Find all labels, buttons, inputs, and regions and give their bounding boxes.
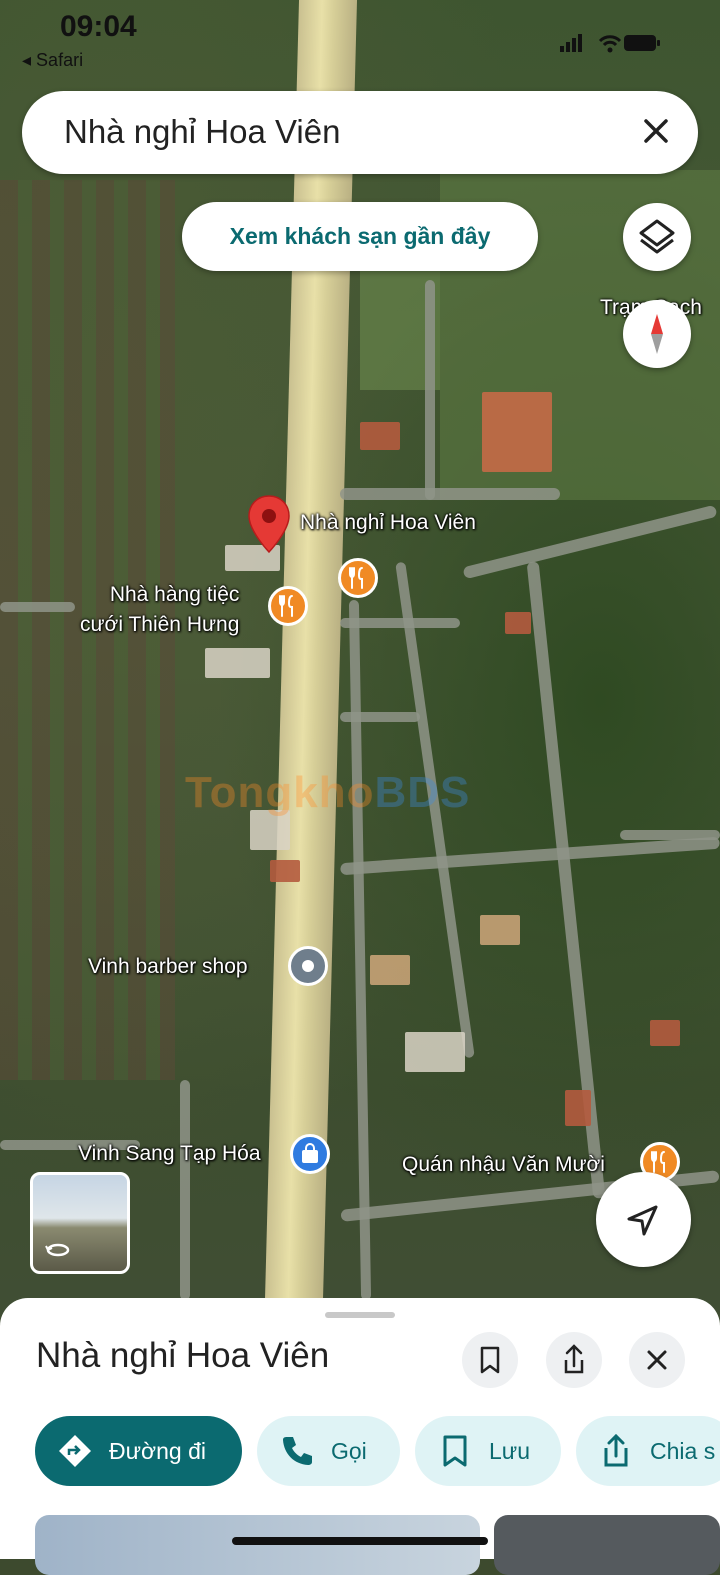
location-pin-icon[interactable] (246, 494, 292, 556)
main-highway (264, 0, 358, 1300)
navigation-arrow-icon (627, 1205, 658, 1236)
layers-icon (639, 219, 675, 254)
fork-knife-icon (349, 567, 363, 589)
fork-knife-icon (279, 595, 293, 617)
road (348, 599, 372, 1301)
save-label: Lưu (489, 1438, 530, 1464)
street-view-thumbnail[interactable] (30, 1172, 130, 1274)
place-title: Nhà nghỉ Hoa Viên (36, 1336, 330, 1375)
road (620, 830, 720, 840)
close-icon[interactable] (636, 111, 676, 151)
road (0, 602, 75, 612)
road (425, 280, 435, 500)
layers-button[interactable] (623, 203, 691, 271)
home-indicator[interactable] (232, 1537, 488, 1545)
pub-label[interactable]: Quán nhậu Văn Mười (402, 1153, 605, 1177)
restaurant-pin[interactable] (268, 586, 308, 626)
road (340, 836, 720, 876)
building (482, 392, 552, 472)
back-to-app[interactable]: ◂ Safari (22, 50, 83, 71)
share-icon (564, 1344, 584, 1374)
close-icon (647, 1350, 667, 1370)
building (205, 648, 270, 678)
compass-icon (651, 314, 663, 354)
status-icons (560, 34, 660, 53)
building (270, 860, 300, 882)
watermark: TongkhoBDS (185, 768, 471, 817)
share-icon (604, 1433, 628, 1467)
barber-pin[interactable] (288, 946, 328, 986)
shopping-bag-icon (302, 1143, 318, 1163)
road (462, 504, 718, 580)
selected-place-label[interactable]: Nhà nghỉ Hoa Viên (300, 511, 476, 535)
battery-icon (624, 35, 660, 51)
building (370, 955, 410, 985)
bookmark-icon (443, 1435, 467, 1467)
place-photo[interactable] (35, 1515, 480, 1575)
share-action-button[interactable]: Chia s (576, 1416, 720, 1486)
share-button[interactable] (546, 1332, 602, 1388)
close-sheet-button[interactable] (629, 1332, 685, 1388)
road (180, 1080, 190, 1300)
status-time: 09:04 (60, 10, 137, 43)
compass-button[interactable] (623, 300, 691, 368)
bookmark-button[interactable] (462, 1332, 518, 1388)
phone-icon (283, 1437, 312, 1465)
search-query[interactable]: Nhà nghỉ Hoa Viên (64, 113, 340, 151)
directions-label: Đường đi (109, 1438, 206, 1464)
building (360, 422, 400, 450)
place-photo[interactable] (494, 1515, 720, 1575)
call-button[interactable]: Gọi (257, 1416, 400, 1486)
bookmark-icon (480, 1346, 500, 1374)
restaurant-pin[interactable] (338, 558, 378, 598)
nearby-hotels-chip[interactable]: Xem khách sạn gần đây (182, 202, 538, 271)
building (480, 915, 520, 945)
directions-icon (59, 1435, 91, 1467)
rotate-360-icon (45, 1243, 70, 1257)
save-button[interactable]: Lưu (415, 1416, 561, 1486)
status-bar: 09:04 ◂ Safari (0, 0, 720, 80)
building (565, 1090, 591, 1126)
my-location-button[interactable] (596, 1172, 691, 1267)
grocery-label[interactable]: Vinh Sang Tạp Hóa (78, 1142, 261, 1166)
barber-label[interactable]: Vinh barber shop (88, 955, 248, 979)
signal-icon (560, 34, 582, 52)
building (405, 1032, 465, 1072)
share-label: Chia s (650, 1438, 716, 1464)
drag-handle[interactable] (325, 1312, 395, 1318)
restaurant-label[interactable]: Nhà hàng tiệc cưới Thiên Hưng (80, 580, 239, 640)
building (505, 612, 531, 634)
road (340, 488, 560, 500)
search-bar[interactable]: Nhà nghỉ Hoa Viên (22, 91, 698, 174)
directions-button[interactable]: Đường đi (35, 1416, 242, 1486)
call-label: Gọi (331, 1438, 367, 1464)
building (650, 1020, 680, 1046)
dot-icon (302, 960, 314, 972)
grocery-pin[interactable] (290, 1134, 330, 1174)
wifi-icon (598, 35, 622, 53)
